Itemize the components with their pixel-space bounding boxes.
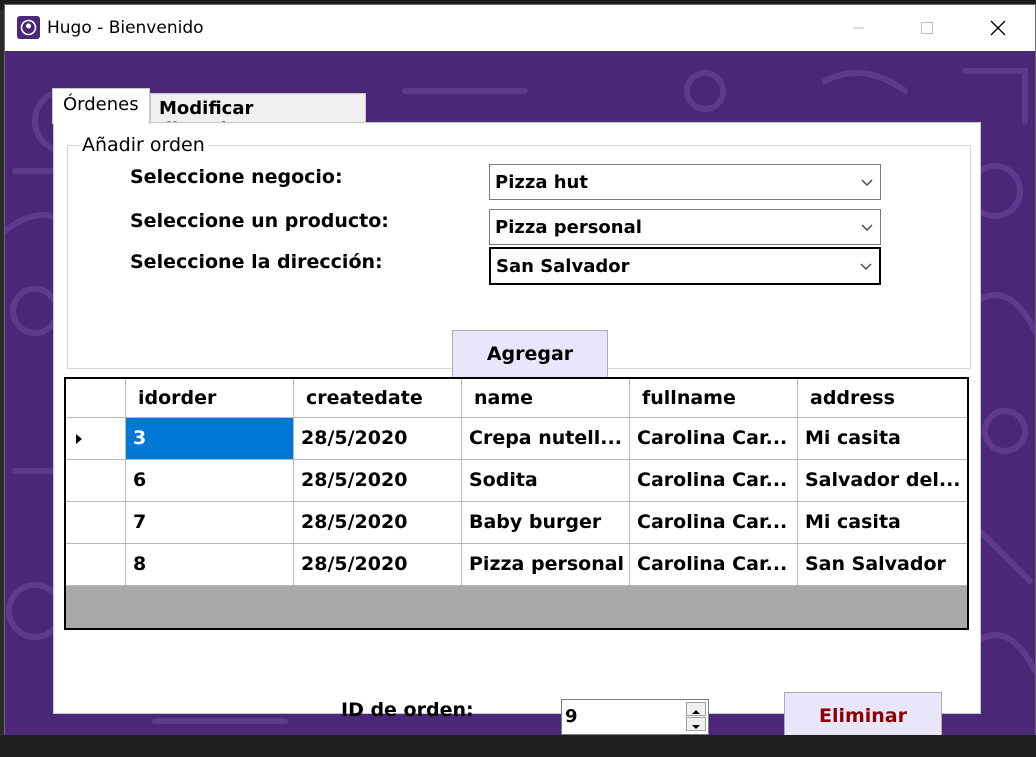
table-cell[interactable]: 6 [126, 460, 294, 502]
tab-modificar-direcciones[interactable]: Modificar direcciones [150, 93, 366, 140]
table-cell[interactable]: San Salvador [798, 544, 967, 586]
table-cell[interactable]: Mi casita [798, 418, 967, 460]
row-header[interactable] [66, 502, 126, 544]
current-row-arrow-icon [76, 434, 82, 444]
anadir-orden-group: Añadir orden Seleccione negocio: Pizza h… [67, 134, 971, 378]
table-cell[interactable]: Carolina Car... [630, 502, 798, 544]
ide-background-bottom [0, 735, 1036, 757]
column-header-name[interactable]: name [462, 379, 630, 418]
table-cell[interactable]: Carolina Car... [630, 460, 798, 502]
negocio-label: Seleccione negocio: [130, 166, 343, 188]
producto-select-value: Pizza personal [495, 217, 642, 238]
table-cell[interactable]: 3 [126, 418, 294, 460]
negocio-select-value: Pizza hut [495, 172, 588, 193]
title-bar: Hugo - Bienvenido [5, 5, 1035, 51]
app-icon [17, 16, 40, 39]
direccion-select[interactable]: San Salvador [489, 247, 881, 285]
negocio-select[interactable]: Pizza hut [489, 164, 881, 200]
minimize-button[interactable] [823, 5, 893, 51]
producto-label: Seleccione un producto: [130, 210, 389, 232]
group-title: Añadir orden [79, 134, 208, 156]
agregar-button[interactable]: Agregar [452, 330, 608, 378]
column-header-label: address [810, 387, 895, 409]
id-orden-label: ID de orden: [341, 699, 474, 721]
column-header-address[interactable]: address [798, 379, 967, 418]
chevron-down-icon [861, 179, 873, 186]
table-cell[interactable]: Carolina Car... [630, 418, 798, 460]
row-header[interactable] [66, 460, 126, 502]
triangle-down-icon [692, 725, 700, 729]
eliminar-button[interactable]: Eliminar [784, 692, 942, 735]
table-cell[interactable]: 28/5/2020 [294, 418, 462, 460]
main-window: Hugo - Bienvenido Órdenes Modificar Añad… [5, 5, 1035, 735]
window-title: Hugo - Bienvenido [47, 18, 204, 38]
table-cell[interactable]: Mi casita [798, 502, 967, 544]
tab-panel-ordenes: Añadir orden Seleccione negocio: Pizza h… [53, 122, 981, 735]
row-header[interactable] [66, 544, 126, 586]
table-cell[interactable]: 7 [126, 502, 294, 544]
chevron-down-icon [861, 224, 873, 231]
tab-ordenes-label: Órdenes [63, 94, 139, 115]
maximize-button[interactable] [893, 5, 963, 51]
direccion-label: Seleccione la dirección: [130, 251, 383, 273]
id-orden-value: 9 [565, 706, 578, 727]
table-cell[interactable]: Sodita [462, 460, 630, 502]
stepper-buttons [686, 702, 706, 732]
table-cell[interactable]: 28/5/2020 [294, 460, 462, 502]
close-button[interactable] [963, 5, 1033, 51]
stepper-down-button[interactable] [686, 717, 706, 731]
stepper-up-button[interactable] [686, 702, 706, 716]
agregar-button-label: Agregar [486, 343, 574, 365]
chevron-down-icon [860, 263, 872, 270]
table-cell[interactable]: 28/5/2020 [294, 502, 462, 544]
table-cell[interactable]: 28/5/2020 [294, 544, 462, 586]
eliminar-button-label: Eliminar [818, 705, 908, 727]
row-header[interactable] [66, 418, 126, 460]
column-header-idorder[interactable]: idorder [126, 379, 294, 418]
table-cell[interactable]: Baby burger [462, 502, 630, 544]
id-orden-stepper[interactable]: 9 [561, 699, 709, 735]
column-header-createdate[interactable]: createdate [294, 379, 462, 418]
column-header-label: idorder [138, 387, 217, 409]
table-cell[interactable]: Pizza personal [462, 544, 630, 586]
column-header-label: createdate [306, 387, 423, 409]
tab-ordenes[interactable]: Órdenes [52, 88, 150, 124]
orders-grid[interactable]: idorder createdate name fullname address… [64, 377, 969, 630]
form-client-area: Órdenes Modificar direcciones Añadir ord… [5, 51, 1035, 735]
table-cell[interactable]: Carolina Car... [630, 544, 798, 586]
table-cell[interactable]: Crepa nutell... [462, 418, 630, 460]
table-cell[interactable]: 8 [126, 544, 294, 586]
producto-select[interactable]: Pizza personal [489, 209, 881, 245]
table-cell[interactable]: Salvador del... [798, 460, 967, 502]
direccion-select-value: San Salvador [496, 256, 630, 277]
grid-corner-header [66, 379, 126, 418]
column-header-fullname[interactable]: fullname [630, 379, 798, 418]
column-header-label: fullname [642, 387, 736, 409]
column-header-label: name [474, 387, 534, 409]
